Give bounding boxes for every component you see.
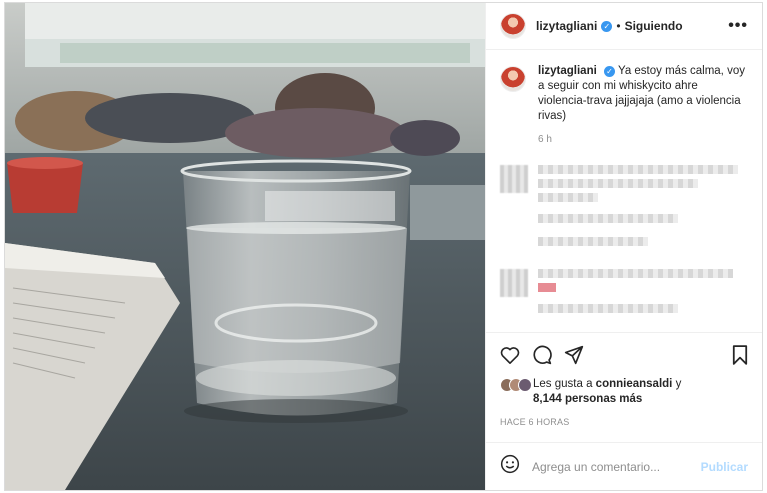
publish-button[interactable]: Publicar [701,460,748,474]
blurred-avatar [500,269,528,297]
following-button[interactable]: Siguiendo [625,19,683,33]
liker-avatars [500,378,532,392]
blurred-comment [500,269,748,318]
post-actions: Les gusta a connieansaldi y 8,144 person… [486,332,762,442]
verified-badge-icon: ✓ [604,66,615,77]
caption-username[interactable]: lizytagliani [538,65,597,77]
caption-body: lizytagliani ✓ Ya estoy más calma, voy a… [538,64,748,147]
caption-avatar[interactable] [500,66,526,92]
post-caption: lizytagliani ✓ Ya estoy más calma, voy a… [500,64,748,147]
comments-list[interactable]: lizytagliani ✓ Ya estoy más calma, voy a… [486,50,762,332]
comment-input[interactable] [532,459,701,474]
action-icons [500,343,748,367]
author-username[interactable]: lizytagliani [536,19,597,33]
post-photo[interactable] [5,3,485,490]
caption-time[interactable]: 6 h [538,132,748,147]
instagram-post-modal: lizytagliani ✓ • Siguiendo ••• lizytagli… [4,2,763,491]
likes-count-link[interactable]: 8,144 personas más [533,393,642,405]
paper-plane-icon[interactable] [564,345,584,365]
likes-and: y [675,378,682,390]
verified-badge-icon: ✓ [601,20,613,32]
likes-prefix: Les gusta a [533,378,593,390]
likes-user-link[interactable]: connieansaldi [596,378,673,390]
separator-dot: • [616,19,621,33]
post-side-panel: lizytagliani ✓ • Siguiendo ••• lizytagli… [485,3,762,490]
author-avatar[interactable] [500,13,526,39]
bookmark-icon[interactable] [732,345,748,365]
post-timestamp[interactable]: HACE 6 HORAS [500,417,748,427]
emoji-smile-icon[interactable] [500,454,520,479]
heart-icon[interactable] [500,346,520,364]
blurred-comment-text [538,165,738,251]
more-options-icon[interactable]: ••• [728,17,748,35]
blurred-comment [500,165,748,251]
comment-bubble-icon[interactable] [532,345,552,365]
likes-text: Les gusta a connieansaldi y 8,144 person… [533,377,681,407]
blurred-avatar [500,165,528,193]
add-comment-bar: Publicar [486,442,762,490]
post-photo-glass-on-table [5,3,485,490]
likes-summary: Les gusta a connieansaldi y 8,144 person… [500,377,748,407]
blurred-comment-text [538,269,733,318]
post-header: lizytagliani ✓ • Siguiendo ••• [486,3,762,50]
